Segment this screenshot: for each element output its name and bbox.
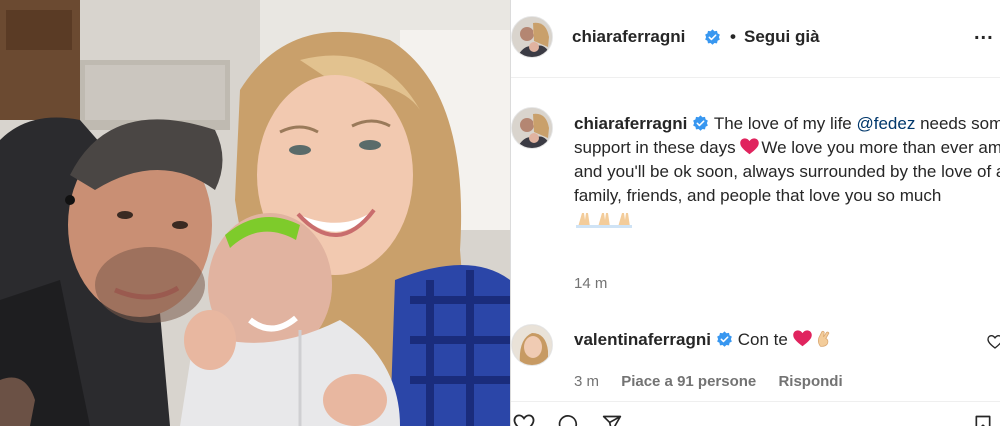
post-photo[interactable] <box>0 0 510 426</box>
praying-hands-emoji-icon <box>576 213 632 228</box>
post-photo-illustration <box>0 0 510 426</box>
heart-outline-icon[interactable] <box>987 334 1000 350</box>
comment-timestamp: 3 m <box>574 373 600 390</box>
comment-icon[interactable] <box>557 414 579 426</box>
header-separator: • <box>730 27 736 46</box>
author-avatar-image <box>512 17 552 57</box>
reply-button[interactable]: Rispondi <box>778 373 842 390</box>
bookmark-icon[interactable] <box>973 414 993 426</box>
author-username[interactable]: chiaraferragni <box>572 27 685 47</box>
crossed-fingers-emoji-icon <box>817 330 829 347</box>
caption-avatar-image <box>512 108 552 148</box>
caption-timestamp: 14 m <box>574 275 608 292</box>
following-button[interactable]: Segui già <box>744 27 820 47</box>
caption-text-part1: The love of my life <box>713 114 857 133</box>
verified-badge-icon <box>693 115 709 131</box>
commenter-avatar[interactable] <box>511 324 553 366</box>
post-caption: chiaraferragni The love of my life @fede… <box>511 104 1000 304</box>
author-avatar[interactable] <box>511 16 553 58</box>
comment-meta: 3 m Piace a 91 persone Rispondi <box>574 373 861 390</box>
red-heart-emoji-icon <box>792 330 812 347</box>
caption-mention-link[interactable]: @fedez <box>856 114 915 133</box>
comment-line: valentinaferragni Con te <box>574 329 835 351</box>
red-heart-emoji-icon <box>740 138 760 155</box>
caption-author-avatar[interactable] <box>511 107 553 149</box>
more-options-icon[interactable]: ... <box>974 22 994 45</box>
like-icon[interactable] <box>513 414 535 426</box>
post-details-panel: chiaraferragni • Segui già ... chiarafer… <box>511 0 1000 426</box>
commenter-avatar-image <box>512 325 552 365</box>
post-header: chiaraferragni • Segui già ... <box>511 0 1000 78</box>
caption-text: chiaraferragni The love of my life @fede… <box>574 112 1000 232</box>
caption-username[interactable]: chiaraferragni <box>574 114 687 133</box>
commenter-username[interactable]: valentinaferragni <box>574 330 711 349</box>
comment-likes-link[interactable]: Piace a 91 persone <box>621 373 756 390</box>
verified-badge-icon <box>717 331 732 347</box>
comment-item: valentinaferragni Con te 3 m Piace a 91 … <box>511 322 1000 402</box>
verified-badge-icon <box>705 29 720 45</box>
share-icon[interactable] <box>601 414 623 426</box>
comment-text: Con te <box>737 330 788 349</box>
action-bar <box>511 401 1000 426</box>
